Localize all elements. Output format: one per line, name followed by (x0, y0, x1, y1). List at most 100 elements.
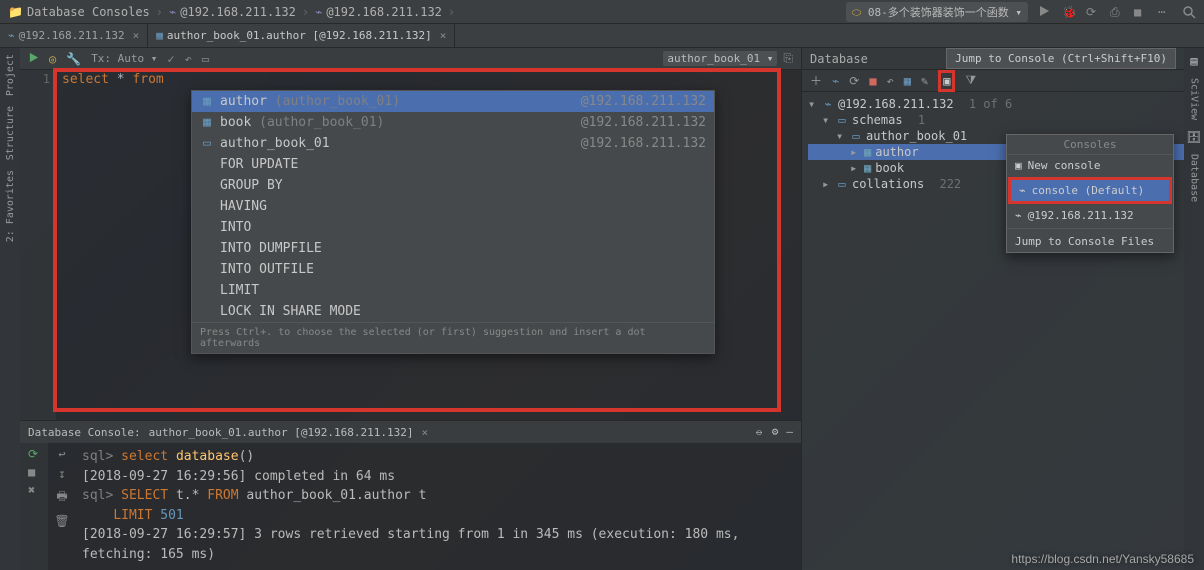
datasource-icon: ⌁ (1015, 209, 1022, 222)
code-text: * (117, 72, 125, 87)
breadcrumb-root[interactable]: 📁 Database Consoles (8, 5, 150, 19)
close-icon[interactable]: × (422, 426, 429, 439)
table-icon: ▦ (864, 161, 871, 175)
wrap-icon[interactable]: ↩ (58, 447, 65, 461)
console-actions: ⟳ ■ ✖ (20, 443, 48, 570)
tool-database[interactable]: Database (1189, 154, 1200, 202)
rollback-icon[interactable]: ↶ (185, 52, 192, 66)
editor-tabs: ⌁ @192.168.211.132 × ▦ author_book_01.au… (0, 24, 1204, 48)
commit-icon[interactable]: ✓ (167, 52, 174, 66)
tool-favorites[interactable]: 2: Favorites (5, 170, 16, 242)
editor-tab-2[interactable]: ▦ author_book_01.author [@192.168.211.13… (148, 24, 455, 47)
datasource-icon: ⌁ (169, 5, 176, 19)
editor-tab-1[interactable]: ⌁ @192.168.211.132 × (0, 24, 148, 47)
rollback-icon[interactable]: ↶ (887, 74, 894, 88)
rerun-icon[interactable]: ⟳ (28, 447, 40, 459)
completion-item[interactable]: LIMIT (192, 280, 714, 301)
table-icon[interactable]: ▦ (904, 74, 911, 88)
refresh-icon[interactable]: ⟳ (849, 74, 859, 88)
new-console-item[interactable]: ▣ New console (1007, 155, 1173, 176)
jump-to-console-files[interactable]: Jump to Console Files (1007, 231, 1173, 252)
tx-mode[interactable]: Tx: Auto ▾ (91, 52, 157, 65)
completion-item[interactable]: ▦ author (author_book_01) @192.168.211.1… (192, 91, 714, 112)
explain-icon[interactable]: ◎ (49, 52, 56, 66)
edit-icon[interactable]: ✎ (921, 74, 928, 88)
console-title: Database Console: (28, 426, 141, 439)
stop-icon[interactable]: ■ (869, 74, 876, 88)
watermark: https://blog.csdn.net/Yansky58685 (1011, 552, 1194, 566)
popup-title: Consoles (1007, 135, 1173, 155)
debug-icon[interactable]: 🐞 (1062, 5, 1076, 19)
completion-item[interactable]: ▭ author_book_01 @192.168.211.132 (192, 133, 714, 154)
link-icon[interactable]: ⎘ (783, 51, 793, 66)
completion-item[interactable]: INTO (192, 217, 714, 238)
chevron-down-icon: ▾ (836, 129, 846, 143)
run-icon[interactable] (1038, 5, 1052, 19)
datasource-icon: ⌁ (315, 5, 322, 19)
console-tab[interactable]: author_book_01.author [@192.168.211.132] (149, 426, 414, 439)
database-icon[interactable]: 🗄 (1186, 130, 1201, 144)
table-icon: ▦ (864, 145, 871, 159)
jump-to-console-button[interactable]: ▣ (938, 70, 955, 92)
completion-hint: Press Ctrl+. to choose the selected (or … (192, 322, 714, 353)
completion-item[interactable]: ▦ book (author_book_01) @192.168.211.132 (192, 112, 714, 133)
stop-icon[interactable]: ■ (28, 465, 40, 477)
tree-connection[interactable]: ▾ ⌁ @192.168.211.132 1 of 6 (808, 96, 1184, 112)
add-icon[interactable]: ＋ (810, 72, 822, 89)
db-title: Database (810, 52, 868, 66)
completion-item[interactable]: INTO DUMPFILE (192, 238, 714, 259)
breadcrumb-bar: 📁 Database Consoles › ⌁ @192.168.211.132… (0, 0, 1204, 24)
db-tree: ▾ ⌁ @192.168.211.132 1 of 6 ▾ ▭ schemas … (802, 92, 1184, 570)
run-config-select[interactable]: ⬭ 08-多个装饰器装饰一个函数 ▾ (846, 2, 1028, 22)
gear-icon[interactable]: ⚙ (772, 425, 779, 439)
breadcrumb-item-1[interactable]: ⌁ @192.168.211.132 (169, 5, 296, 19)
execute-icon[interactable] (28, 52, 39, 66)
tool-sciview[interactable]: SciView (1189, 78, 1200, 120)
sciview-icon[interactable]: ▤ (1190, 54, 1197, 68)
sql-editor[interactable]: 1 select * from ▦ author (author_book_01… (20, 70, 801, 420)
folder-icon: 📁 (8, 5, 23, 19)
close-icon[interactable]: × (440, 29, 447, 42)
breadcrumb-item-2[interactable]: ⌁ @192.168.211.132 (315, 5, 442, 19)
more-icon[interactable]: ⋯ (1158, 5, 1172, 19)
console-ip-item[interactable]: ⌁ @192.168.211.132 (1007, 205, 1173, 226)
rerun-icon[interactable]: ⟳ (1086, 5, 1100, 19)
tree-schemas[interactable]: ▾ ▭ schemas 1 (808, 112, 1184, 128)
cancel-icon[interactable]: ▭ (202, 52, 209, 66)
stop-icon[interactable]: ■ (1134, 5, 1148, 19)
print-icon[interactable]: 🖶 (56, 487, 67, 508)
search-icon[interactable] (1182, 5, 1196, 19)
tool-structure[interactable]: Structure (5, 106, 16, 160)
settings-icon[interactable]: 🔧 (66, 52, 81, 66)
scroll-icon[interactable]: ↧ (58, 467, 65, 481)
chevron-down-icon: ▾ (808, 97, 818, 111)
completion-item[interactable]: GROUP BY (192, 175, 714, 196)
console-icon: ▣ (1015, 159, 1022, 172)
right-tool-strip: ▤ SciView 🗄 Database (1184, 48, 1204, 570)
console-actions-2: ↩ ↧ 🖶 🗑 (48, 443, 76, 570)
completion-item[interactable]: HAVING (192, 196, 714, 217)
completion-item[interactable]: INTO OUTFILE (192, 259, 714, 280)
filter-icon[interactable]: ⧩ (965, 73, 976, 88)
chevron-right-icon: › (156, 5, 163, 19)
table-icon: ▦ (200, 94, 214, 109)
attach-icon[interactable]: ⎙ (1110, 5, 1124, 19)
filter-icon[interactable]: ⦵ (754, 425, 763, 439)
tool-project[interactable]: Project (5, 54, 16, 96)
folder-icon: ▭ (836, 113, 848, 127)
schema-icon: ▭ (200, 136, 214, 151)
console-default-item[interactable]: ⌁ console (Default) (1011, 180, 1169, 201)
console-output[interactable]: sql> select database() [2018-09-27 16:29… (76, 443, 801, 570)
trash-icon[interactable]: 🗑 (54, 514, 69, 528)
datasource-icon[interactable]: ⌁ (832, 74, 839, 88)
completion-item[interactable]: FOR UPDATE (192, 154, 714, 175)
close-icon[interactable]: × (133, 29, 140, 42)
datasource-icon: ⌁ (8, 29, 15, 42)
schema-select[interactable]: author_book_01 ▾ (663, 51, 777, 66)
editor-toolbar: ◎ 🔧 Tx: Auto ▾ ✓ ↶ ▭ author_book_01 ▾ ⎘ (20, 48, 801, 70)
close-icon[interactable]: ✖ (28, 483, 40, 495)
minimize-icon[interactable]: – (786, 425, 793, 439)
completion-item[interactable]: LOCK IN SHARE MODE (192, 301, 714, 322)
chevron-right-icon: › (302, 5, 309, 19)
chevron-right-icon: ▸ (850, 161, 860, 175)
